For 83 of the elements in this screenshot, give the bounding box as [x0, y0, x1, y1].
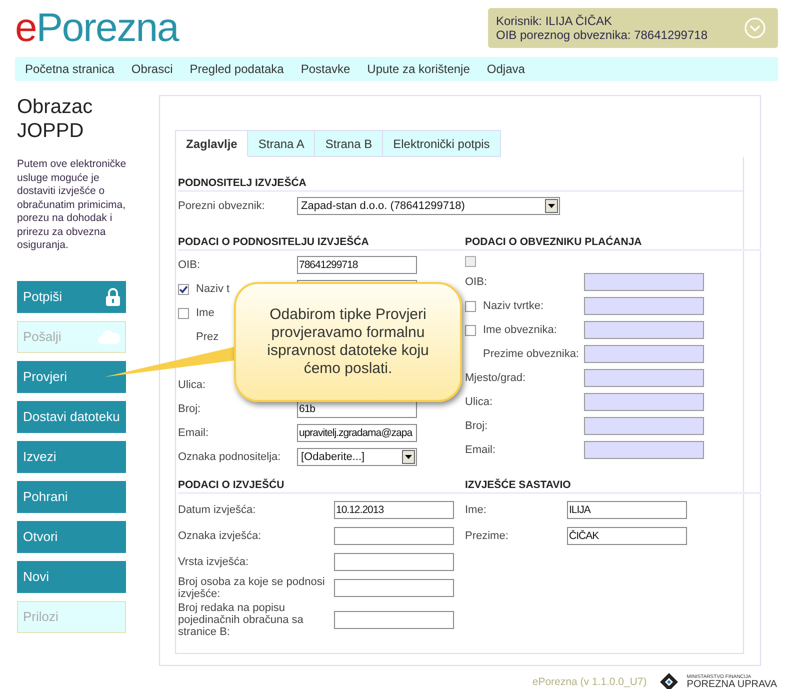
checkbox[interactable]	[465, 256, 476, 267]
text-field[interactable]	[334, 611, 454, 629]
field-label: Broj:	[465, 420, 488, 432]
field-label: Prez	[196, 331, 219, 343]
field-label: Broj:	[178, 403, 201, 415]
field-label: OIB:	[465, 276, 488, 288]
field-label: Email:	[178, 427, 209, 439]
text-field[interactable]: upravitelj.zgradama@zapa	[297, 424, 417, 442]
section-heading: PODACI O OBVEZNIKU PLAĆANJA	[465, 236, 761, 251]
field-label: Prezime obveznika:	[483, 348, 579, 360]
sidebar-button[interactable]: Otvori	[17, 520, 126, 552]
text-field[interactable]	[584, 417, 704, 435]
field-label: OIB:	[178, 259, 200, 271]
cloud-icon	[98, 328, 120, 344]
field-label: Ime obveznika:	[483, 324, 557, 336]
checkbox[interactable]	[465, 300, 476, 312]
text-field[interactable]: ČIČAK	[567, 527, 687, 545]
field-label: Oznaka podnositelja:	[178, 451, 281, 463]
callout-text: Odabirom tipke Provjeri provjeravamo formalnu ispravnost datoteke koju ćemo poslati.	[266, 306, 430, 378]
sidebar-button[interactable]: Provjeri	[17, 360, 126, 392]
text-field[interactable]	[584, 393, 704, 411]
field-label: Naziv tvrtke:	[483, 300, 544, 312]
user-name: Korisnik: ILIJA ČIČAK	[496, 14, 614, 28]
sidebar-button[interactable]: Dostavi datoteku	[17, 400, 126, 432]
submitter-type-dropdown[interactable]: [Odaberite...]	[297, 448, 417, 466]
chevron-down-icon[interactable]	[744, 17, 766, 39]
sidebar-button[interactable]: Potpiši	[17, 280, 126, 312]
section-heading: PODACI O IZVJEŠĆU	[178, 479, 465, 494]
section-heading: PODACI O PODNOSITELJU IZVJEŠĆA	[178, 236, 465, 251]
sidebar-button[interactable]: Izvezi	[17, 440, 126, 472]
user-oib: OIB poreznog obveznika: 78641299718	[496, 28, 708, 42]
text-field[interactable]: 10.12.2013	[334, 501, 454, 519]
field-label: Ulica:	[465, 396, 493, 408]
text-field[interactable]	[334, 553, 454, 571]
section-heading: IZVJEŠĆE SASTAVIO	[465, 479, 761, 494]
field-label: Prezime:	[465, 530, 508, 542]
text-field[interactable]	[584, 369, 704, 387]
text-field[interactable]	[584, 297, 704, 315]
field-label: Oznaka izvješća:	[178, 530, 262, 542]
checkbox[interactable]	[178, 308, 189, 318]
field-label: Porezni obveznik:	[178, 200, 266, 212]
page-description: Putem ove elektroničke usluge moguće je dostaviti izvješće o obračunatim primicima, porezu na dohodak i prirezu za obvezna osiguranja.	[17, 158, 128, 252]
field-label: Email:	[465, 444, 496, 456]
nav-link[interactable]: Početna stranica	[25, 62, 114, 76]
field-label: Broj osoba za koje se podnosi izvješće:	[178, 576, 325, 600]
eporezna-logo: ePorezna	[15, 6, 178, 50]
text-field[interactable]	[584, 345, 704, 363]
section-heading: PODNOSITELJ IZVJEŠĆA	[178, 177, 743, 192]
field-label: Datum izvješća:	[178, 504, 256, 516]
agency-text: POREZNA UPRAVA	[686, 680, 777, 689]
field-label: Ime:	[465, 504, 486, 516]
checkbox[interactable]	[178, 284, 189, 294]
tab[interactable]: Zaglavlje	[175, 130, 248, 157]
field-label: Mjesto/grad:	[465, 372, 526, 384]
field-label: Broj redaka na popisu pojedinačnih obračuna sa stranice B:	[178, 602, 304, 638]
tab[interactable]: Elektronički potpis	[383, 130, 501, 157]
checkbox[interactable]	[465, 324, 476, 336]
text-field[interactable]	[334, 527, 454, 545]
field-label: Naziv t	[196, 283, 230, 295]
tab[interactable]: Strana B	[315, 130, 384, 157]
nav-link[interactable]: Pregled podataka	[190, 62, 284, 76]
sidebar-button[interactable]: Novi	[17, 560, 126, 592]
text-field[interactable]: 78641299718	[297, 256, 417, 274]
text-field[interactable]	[584, 441, 704, 459]
field-label: Vrsta izvješća:	[178, 556, 249, 568]
caret-down-icon	[548, 204, 555, 208]
text-field[interactable]	[334, 579, 454, 597]
version-text: ePorezna (v 1.1.0.0_U7)	[532, 676, 647, 688]
lock-icon	[106, 288, 120, 306]
nav-link[interactable]: Odjava	[486, 62, 525, 76]
page-title: Obrazac JOPPD	[17, 95, 94, 143]
nav-link[interactable]: Upute za korištenje	[367, 62, 470, 76]
text-field[interactable]	[584, 273, 704, 291]
text-field[interactable]: ILIJA	[567, 501, 687, 519]
taxpayer-dropdown[interactable]: Zapad-stan d.o.o. (78641299718)	[297, 197, 560, 215]
caret-down-icon	[405, 455, 412, 459]
nav-link[interactable]: Obrasci	[131, 62, 173, 76]
text-field[interactable]	[584, 321, 704, 339]
tab[interactable]: Strana A	[248, 130, 316, 157]
nav-link[interactable]: Postavke	[300, 62, 350, 76]
sidebar-button[interactable]: Pohrani	[17, 480, 126, 512]
field-label: Ime	[196, 307, 214, 319]
field-label: Ulica:	[178, 379, 206, 391]
